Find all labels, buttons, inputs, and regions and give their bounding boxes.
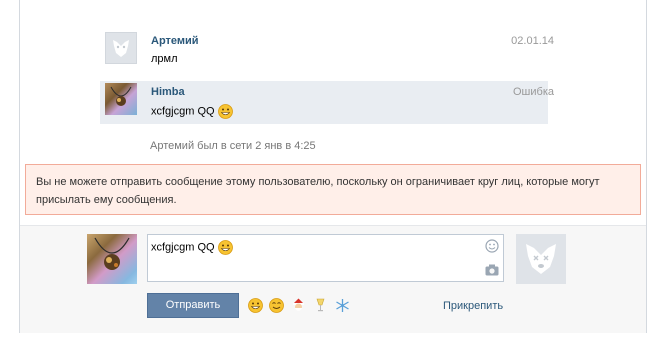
- message-input-value: xcfgjcgm QQ: [151, 241, 215, 254]
- user-avatar[interactable]: [105, 83, 137, 115]
- message-text: лрмл: [151, 53, 178, 65]
- send-button[interactable]: Отправить: [147, 293, 239, 318]
- message-error-label[interactable]: Ошибка: [513, 86, 554, 98]
- message-item[interactable]: Артемий лрмл 02.01.14: [100, 30, 554, 73]
- attach-link[interactable]: Прикрепить: [443, 300, 503, 312]
- santa-emoji-icon[interactable]: [291, 298, 306, 313]
- message-composer: xcfgjcgm QQ Отправить Прикрепить: [20, 225, 646, 333]
- vk-dog-icon[interactable]: [105, 32, 137, 64]
- error-notice: Вы не можете отправить сообщение этому п…: [25, 164, 641, 215]
- grin-emoji-icon: [217, 104, 233, 119]
- grin-emoji-icon[interactable]: [248, 298, 263, 313]
- message-input[interactable]: xcfgjcgm QQ: [147, 234, 504, 282]
- camera-icon[interactable]: [485, 264, 499, 278]
- last-seen-status: Артемий был в сети 2 янв в 4:25: [150, 140, 316, 152]
- message-author[interactable]: Himba: [151, 86, 185, 98]
- message-text: xcfgjcgm QQ: [151, 104, 233, 119]
- smile-emoji-icon[interactable]: [269, 298, 284, 313]
- my-avatar[interactable]: [87, 234, 137, 284]
- error-text: Вы не можете отправить сообщение этому п…: [36, 176, 600, 206]
- message-date: 02.01.14: [511, 35, 554, 47]
- grin-emoji-icon: [217, 240, 233, 255]
- message-text-value: xcfgjcgm QQ: [151, 105, 215, 118]
- champagne-emoji-icon[interactable]: [313, 298, 328, 313]
- snowflake-emoji-icon[interactable]: [335, 298, 350, 313]
- emoji-picker-icon[interactable]: [485, 239, 499, 253]
- vk-dog-icon[interactable]: [516, 234, 566, 284]
- message-author[interactable]: Артемий: [151, 35, 199, 47]
- message-item-highlighted[interactable]: Himba xcfgjcgm QQ Ошибка: [100, 81, 554, 124]
